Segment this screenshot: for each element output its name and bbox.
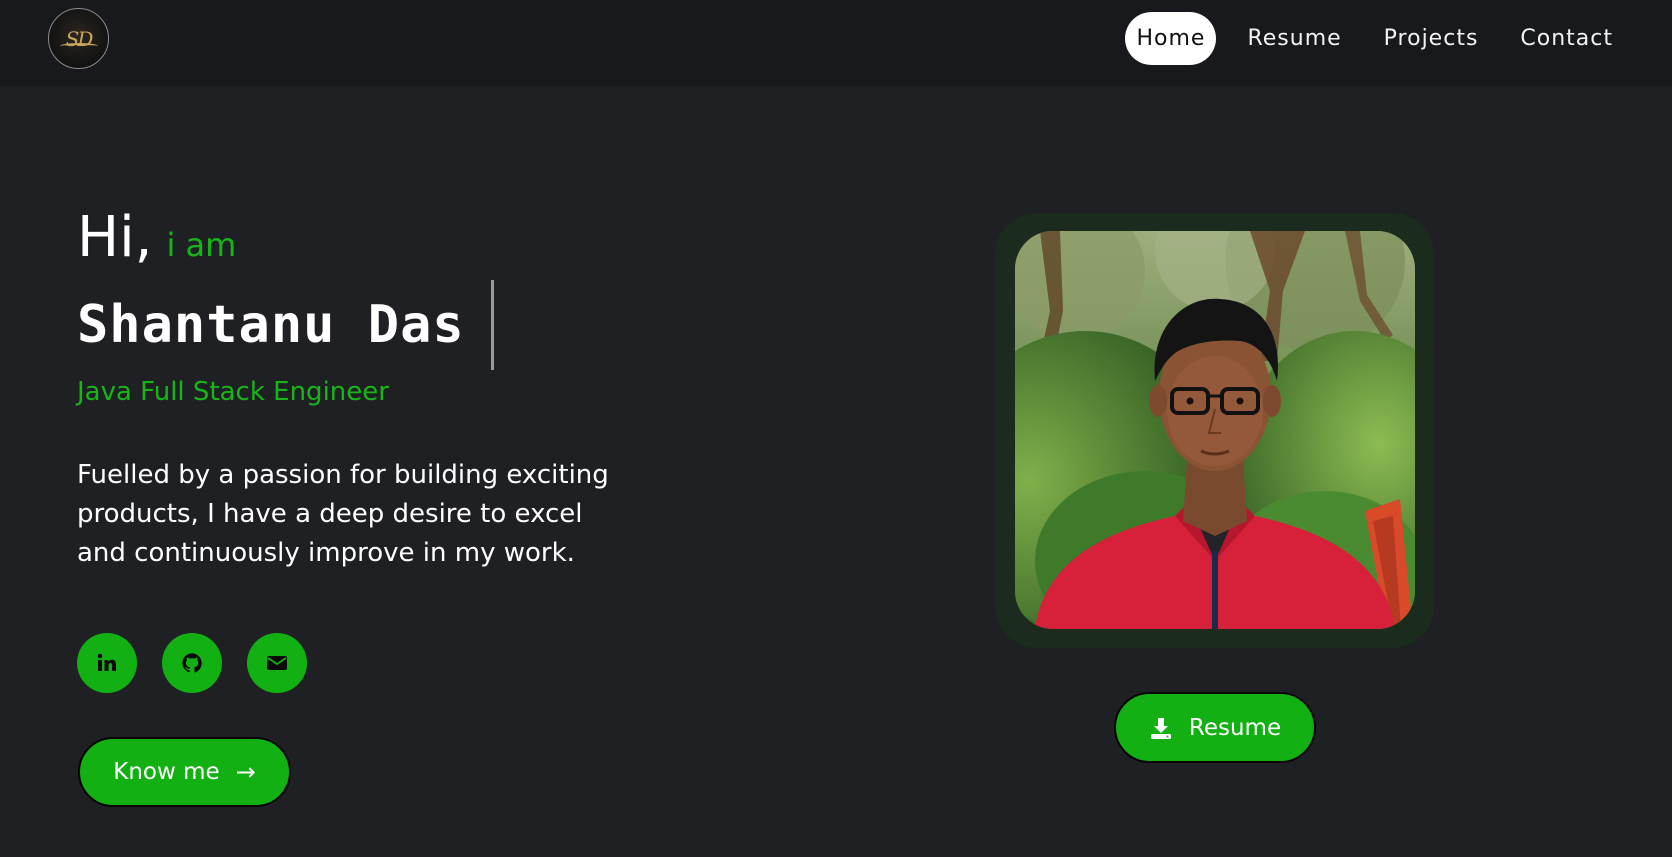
social-links: [77, 633, 307, 693]
linkedin-button[interactable]: [77, 633, 137, 693]
nav-projects[interactable]: Projects: [1373, 12, 1490, 65]
linkedin-icon: [97, 653, 116, 671]
hero-name: Shantanu Das: [77, 295, 465, 355]
logo[interactable]: SD: [48, 8, 109, 69]
profile-photo: [1015, 231, 1415, 629]
navbar: SD Home Resume Projects Contact: [0, 0, 1672, 86]
github-icon: [182, 653, 202, 673]
nav-links: Home Resume Projects Contact: [1125, 12, 1624, 65]
email-button[interactable]: [247, 633, 307, 693]
nav-contact[interactable]: Contact: [1509, 12, 1624, 65]
know-me-label: Know me: [113, 759, 220, 785]
nav-home[interactable]: Home: [1125, 12, 1217, 65]
github-button[interactable]: [162, 633, 222, 693]
download-icon: [1150, 717, 1171, 739]
nav-resume[interactable]: Resume: [1236, 12, 1352, 65]
typing-caret: [490, 280, 494, 370]
greeting-iam: i am: [166, 226, 237, 264]
profile-photo-illustration: [1015, 231, 1415, 629]
resume-download-button[interactable]: Resume: [1114, 692, 1316, 763]
logo-swoosh: [60, 43, 98, 49]
email-icon: [267, 656, 287, 670]
hero-role: Java Full Stack Engineer: [77, 377, 389, 407]
arrow-right-icon: →: [235, 758, 256, 786]
hero-bio: Fuelled by a passion for building exciti…: [77, 460, 609, 568]
know-me-button[interactable]: Know me →: [78, 737, 291, 807]
greeting-hi: Hi,: [77, 205, 153, 270]
greeting: Hi, i am: [77, 205, 236, 270]
name-row: Shantanu Das: [77, 280, 494, 370]
resume-button-label: Resume: [1188, 714, 1282, 741]
